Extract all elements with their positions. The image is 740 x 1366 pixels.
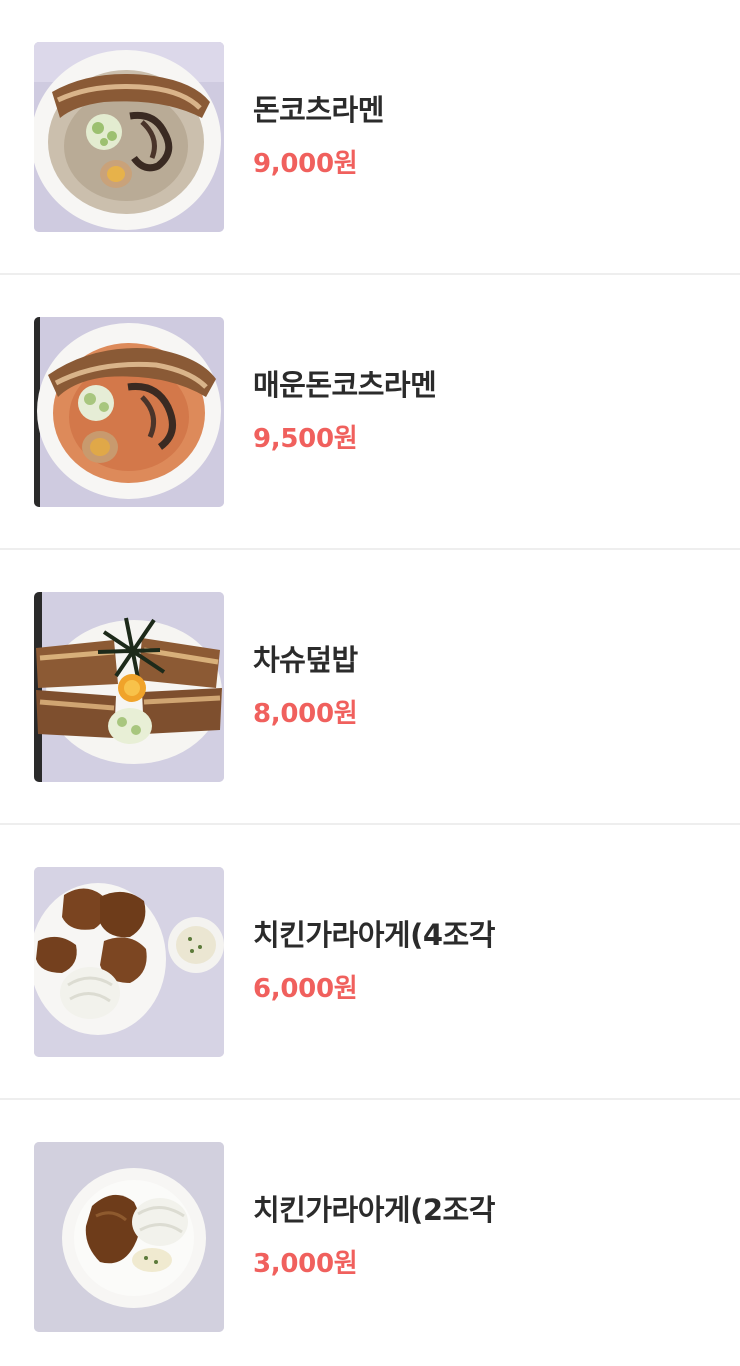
tonkotsu-ramen-photo — [34, 41, 224, 232]
chashu-rice-bowl-photo — [34, 591, 224, 782]
menu-item-chicken-karaage-2pc[interactable]: 치킨가라아게(2조각 3,000원 — [0, 1100, 740, 1366]
menu-list: 돈코츠라멘 9,000원 매운돈코츠라멘 9,500원 차슈덮밥 8,000원 … — [0, 0, 740, 1366]
chicken-karaage-4pc-photo — [34, 866, 224, 1057]
item-price: 9,000원 — [253, 149, 358, 180]
menu-item-spicy-tonkotsu-ramen[interactable]: 매운돈코츠라멘 9,500원 — [0, 275, 740, 550]
item-name: 치킨가라아게(4조각 — [253, 917, 495, 952]
spicy-tonkotsu-ramen-photo — [34, 316, 224, 507]
menu-item-tonkotsu-ramen[interactable]: 돈코츠라멘 9,000원 — [0, 0, 740, 275]
item-name: 매운돈코츠라멘 — [253, 367, 437, 402]
item-name: 차슈덮밥 — [253, 642, 358, 677]
item-name: 치킨가라아게(2조각 — [253, 1192, 495, 1227]
chicken-karaage-2pc-photo — [34, 1141, 224, 1332]
item-info: 차슈덮밥 8,000원 — [253, 643, 358, 731]
item-price: 3,000원 — [253, 1249, 358, 1280]
item-info: 치킨가라아게(4조각 6,000원 — [253, 918, 495, 1006]
item-price: 9,500원 — [253, 424, 358, 455]
item-info: 치킨가라아게(2조각 3,000원 — [253, 1193, 495, 1281]
item-info: 돈코츠라멘 9,000원 — [253, 93, 384, 181]
item-price: 6,000원 — [253, 974, 358, 1005]
item-info: 매운돈코츠라멘 9,500원 — [253, 367, 437, 456]
menu-item-chicken-karaage-4pc[interactable]: 치킨가라아게(4조각 6,000원 — [0, 825, 740, 1100]
item-name: 돈코츠라멘 — [253, 92, 384, 127]
item-price: 8,000원 — [253, 699, 358, 730]
menu-item-chashu-rice-bowl[interactable]: 차슈덮밥 8,000원 — [0, 550, 740, 825]
